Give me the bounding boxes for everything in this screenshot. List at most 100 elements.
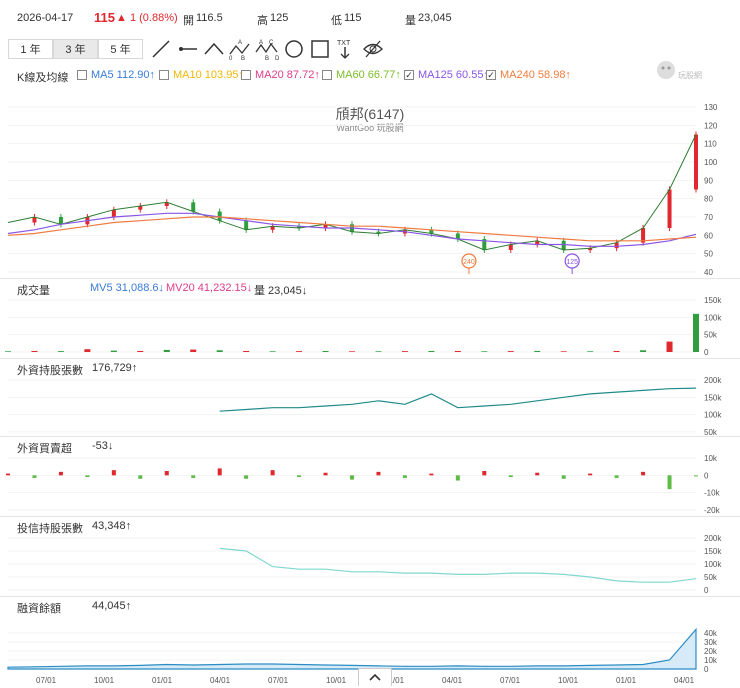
candle-body	[561, 240, 566, 250]
mv5-label: MV5 31,088.6↓	[90, 282, 164, 294]
volume-bar	[401, 351, 408, 352]
foreign-net-value: -53↓	[92, 440, 114, 452]
foreign-net-y-tick: 0	[704, 471, 709, 480]
ma240-marker-label: 240	[463, 259, 475, 266]
volume-bar	[57, 351, 64, 352]
trust-hold-y-tick: 200k	[704, 534, 722, 543]
foreign-net-bar	[535, 472, 540, 476]
foreign-net-y-tick: -10k	[704, 489, 721, 498]
date-tick: 04/01	[442, 676, 463, 685]
volume-bar	[349, 351, 355, 352]
volume-bar	[613, 350, 620, 352]
foreign-net-bar	[58, 471, 63, 476]
foreign-net-bar	[244, 475, 249, 479]
candle-body	[58, 217, 63, 225]
volume-bar	[454, 350, 461, 352]
price-y-tick: 130	[704, 103, 718, 112]
volume-y-tick: 50k	[704, 331, 718, 340]
volume-bar	[640, 350, 647, 352]
foreign-hold-y-tick: 200k	[704, 376, 722, 385]
foreign-hold-y-tick: 150k	[704, 393, 722, 402]
foreign-net-bar	[297, 475, 302, 478]
divider	[0, 278, 740, 279]
volume-y-tick: 0	[704, 348, 709, 357]
foreign-net-y-tick: -20k	[704, 506, 721, 515]
volume-bar	[296, 351, 303, 352]
volume-bar	[322, 350, 329, 352]
candle-body	[111, 209, 116, 217]
foreign-net-bar	[667, 475, 672, 490]
volume-bar	[481, 351, 488, 352]
price-y-tick: 100	[704, 158, 718, 167]
candle-body	[217, 211, 222, 221]
trust-hold-label: 投信持股張數	[17, 523, 83, 535]
candle-body	[694, 134, 698, 190]
volume-bar	[269, 351, 276, 352]
price-y-tick: 110	[704, 140, 717, 149]
foreign-net-bar	[402, 475, 407, 478]
volume-y-tick: 150k	[704, 296, 722, 305]
volume-bar	[31, 350, 38, 352]
candle-body	[244, 220, 249, 230]
margin-y-tick: 20k	[704, 647, 718, 656]
date-tick: 04/01	[210, 676, 231, 685]
foreign-hold-y-tick: 100k	[704, 411, 722, 420]
foreign-net-bar	[32, 475, 37, 478]
date-tick: 07/01	[268, 676, 289, 685]
date-tick: 10/01	[94, 676, 115, 685]
foreign-net-bar	[561, 475, 566, 479]
volume-bar	[428, 350, 435, 352]
divider	[0, 358, 740, 359]
foreign-net-bar	[164, 471, 169, 476]
volume-bar	[190, 349, 197, 352]
trust-hold-y-tick: 0	[704, 586, 709, 595]
volume-panel-value: 量 23,045↓	[254, 285, 308, 297]
margin-y-tick: 30k	[704, 638, 718, 647]
foreign-net-bar	[191, 475, 196, 478]
volume-bar	[216, 350, 223, 352]
price-y-tick: 90	[704, 176, 713, 185]
volume-panel-label: 成交量	[17, 285, 50, 297]
trust-hold-value: 43,348↑	[92, 520, 132, 532]
date-tick: 04/01	[674, 676, 695, 685]
foreign-net-bar	[350, 475, 354, 480]
trust-hold-y-tick: 150k	[704, 547, 722, 556]
volume-y-tick: 100k	[704, 313, 722, 322]
price-chart[interactable]: 130 120 110 100 90 80 70 60 50 40 240 125 150k 100k 50…	[0, 0, 740, 688]
foreign-net-bar	[482, 471, 487, 476]
volume-bar	[560, 351, 567, 352]
candle-body	[667, 189, 672, 228]
divider	[0, 436, 740, 437]
foreign-net-label: 外資買賣超	[17, 443, 72, 455]
price-y-tick: 80	[704, 195, 713, 204]
foreign-hold-label: 外資持股張數	[17, 365, 83, 377]
foreign-net-bar	[455, 475, 460, 481]
volume-bar	[534, 350, 541, 352]
volume-bar	[507, 351, 514, 352]
foreign-net-bar	[508, 475, 513, 478]
volume-bar	[110, 350, 117, 352]
volume-bar	[137, 350, 144, 352]
volume-bar	[84, 349, 91, 352]
divider	[0, 516, 740, 517]
collapse-button[interactable]	[358, 668, 392, 686]
margin-label: 融資餘額	[17, 603, 61, 615]
price-y-tick: 60	[704, 231, 713, 240]
foreign-net-bar	[641, 471, 646, 476]
margin-y-tick: 0	[704, 665, 709, 674]
volume-bar	[587, 351, 594, 352]
volume-bar	[375, 351, 382, 352]
foreign-net-bar	[323, 472, 328, 476]
price-y-tick: 70	[704, 213, 713, 222]
date-tick: 10/01	[326, 676, 347, 685]
volume-bar	[163, 349, 170, 352]
foreign-net-y-tick: 10k	[704, 454, 718, 463]
foreign-net-bar	[694, 475, 698, 477]
foreign-net-bar	[217, 468, 222, 476]
price-y-tick: 40	[704, 268, 713, 277]
foreign-net-bar	[85, 475, 90, 478]
date-tick: 10/01	[558, 676, 579, 685]
date-tick: 07/01	[36, 676, 57, 685]
foreign-net-bar	[6, 473, 10, 476]
trust-hold-y-tick: 100k	[704, 560, 722, 569]
